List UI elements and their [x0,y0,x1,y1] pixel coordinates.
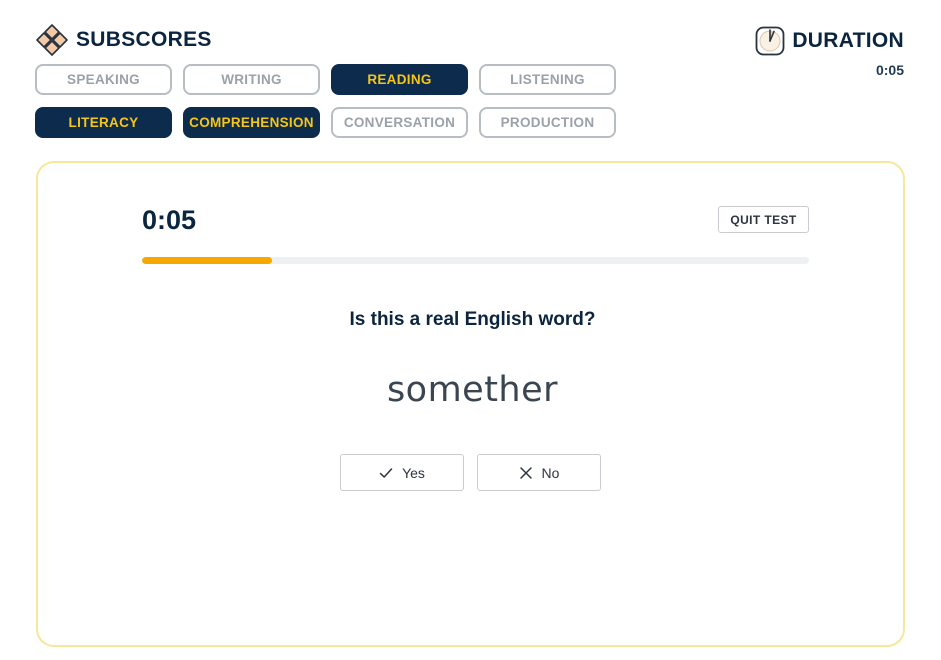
duration-time: 0:05 [875,62,904,78]
progress-bar [142,257,809,264]
chip-speaking[interactable]: SPEAKING [35,64,172,95]
clock-icon [755,26,785,56]
yes-button[interactable]: Yes [340,454,464,491]
no-button[interactable]: No [477,454,601,491]
no-label: No [541,464,560,481]
test-word: somether [386,370,559,410]
yes-label: Yes [402,464,425,481]
close-icon [519,466,533,480]
check-icon [379,466,393,480]
chip-literacy[interactable]: LITERACY [35,107,172,138]
subscore-chips-row1: SPEAKING WRITING READING LISTENING [35,64,625,95]
subscores-title: SUBSCORES [76,28,212,51]
subscore-chips-row2: LITERACY COMPREHENSION CONVERSATION PROD… [35,107,625,138]
test-card: 0:05 QUIT TEST Is this a real English wo… [36,161,905,647]
progress-fill [142,257,273,264]
chip-reading[interactable]: READING [331,64,468,95]
chip-conversation[interactable]: CONVERSATION [331,107,468,138]
chip-listening[interactable]: LISTENING [479,64,616,95]
chip-writing[interactable]: WRITING [183,64,320,95]
test-timer: 0:05 [142,205,197,235]
subscores-diamond-icon [36,24,68,56]
duration-panel: DURATION 0:05 [755,26,904,78]
chip-production[interactable]: PRODUCTION [479,107,616,138]
chip-comprehension[interactable]: COMPREHENSION [183,107,320,138]
quit-test-button[interactable]: QUIT TEST [718,206,809,233]
subscores-header: SUBSCORES [36,24,212,56]
question-text: Is this a real English word? [349,309,596,330]
duration-title: DURATION [792,29,904,52]
